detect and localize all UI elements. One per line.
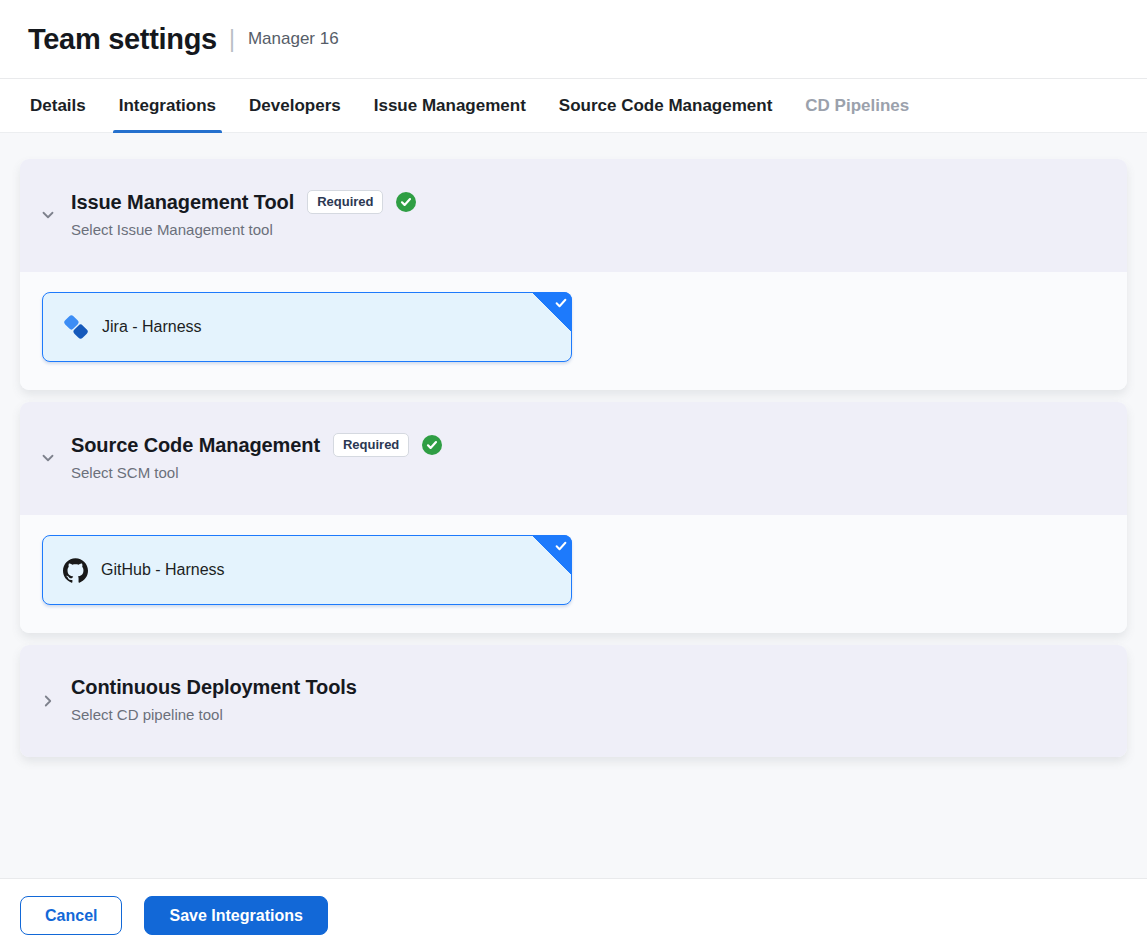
section-scm-header[interactable]: Source Code Management Required Select S…: [20, 402, 1127, 515]
page-title: Team settings: [28, 23, 217, 56]
section-source-code-management: Source Code Management Required Select S…: [20, 402, 1127, 633]
section-continuous-deployment: Continuous Deployment Tools Select CD pi…: [20, 645, 1127, 757]
save-integrations-button[interactable]: Save Integrations: [144, 896, 327, 935]
jira-icon: [63, 314, 89, 340]
section-issue-management-body: Jira - Harness: [20, 272, 1127, 390]
section-subtitle: Select Issue Management tool: [71, 221, 416, 238]
section-title: Source Code Management: [71, 434, 320, 457]
complete-check-icon: [396, 192, 416, 212]
tool-name: Jira - Harness: [102, 318, 202, 336]
tool-card-github[interactable]: GitHub - Harness: [42, 535, 572, 605]
tab-bar: Details Integrations Developers Issue Ma…: [0, 79, 1147, 133]
section-cd-header[interactable]: Continuous Deployment Tools Select CD pi…: [20, 645, 1127, 757]
chevron-down-icon[interactable]: [31, 449, 65, 467]
section-scm-body: GitHub - Harness: [20, 515, 1127, 633]
selected-check-icon: [532, 292, 572, 332]
tab-details[interactable]: Details: [28, 79, 88, 132]
section-title: Continuous Deployment Tools: [71, 676, 357, 699]
selected-check-icon: [532, 535, 572, 575]
section-issue-management-tool: Issue Management Tool Required Select Is…: [20, 159, 1127, 390]
github-icon: [63, 558, 88, 583]
tab-issue-management[interactable]: Issue Management: [372, 79, 528, 132]
section-title: Issue Management Tool: [71, 191, 294, 214]
required-badge: Required: [333, 433, 409, 457]
page-header: Team settings | Manager 16: [0, 0, 1147, 79]
tool-card-jira[interactable]: Jira - Harness: [42, 292, 572, 362]
section-issue-management-header[interactable]: Issue Management Tool Required Select Is…: [20, 159, 1127, 272]
tab-integrations[interactable]: Integrations: [117, 79, 218, 132]
tool-name: GitHub - Harness: [101, 561, 225, 579]
chevron-right-icon[interactable]: [31, 692, 65, 710]
cancel-button[interactable]: Cancel: [20, 896, 122, 935]
tab-developers[interactable]: Developers: [247, 79, 343, 132]
section-subtitle: Select SCM tool: [71, 464, 442, 481]
tab-source-code-management[interactable]: Source Code Management: [557, 79, 775, 132]
action-bar: Cancel Save Integrations: [0, 878, 1147, 952]
integrations-panel: Issue Management Tool Required Select Is…: [0, 133, 1147, 878]
title-separator: |: [229, 26, 235, 53]
page-subtitle: Manager 16: [248, 29, 339, 49]
tab-cd-pipelines[interactable]: CD Pipelines: [803, 79, 911, 132]
section-subtitle: Select CD pipeline tool: [71, 706, 357, 723]
required-badge: Required: [307, 190, 383, 214]
chevron-down-icon[interactable]: [31, 206, 65, 224]
complete-check-icon: [422, 435, 442, 455]
